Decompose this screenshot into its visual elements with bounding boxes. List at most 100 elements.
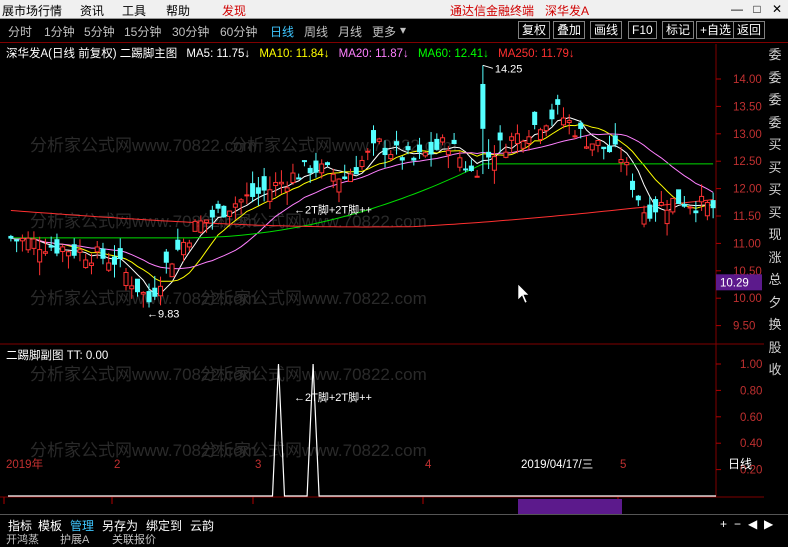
period-1min[interactable]: 1分钟 <box>44 23 75 40</box>
candle-body <box>250 183 256 197</box>
menu-news[interactable]: 资讯 <box>80 2 104 19</box>
status-item[interactable]: 护展A <box>60 533 89 547</box>
candle-body <box>480 83 486 129</box>
candle-body <box>681 203 687 207</box>
candle-body <box>198 220 204 233</box>
candle-body <box>336 178 342 193</box>
period-daily[interactable]: 日线 <box>270 23 294 40</box>
period-weekly[interactable]: 周线 <box>304 23 328 40</box>
period-label: 日线 <box>728 457 752 471</box>
candle-body <box>422 152 428 157</box>
period-monthly[interactable]: 月线 <box>338 23 362 40</box>
back-button[interactable]: 返回 <box>733 21 766 39</box>
period-15min[interactable]: 15分钟 <box>124 23 161 40</box>
price-tick-label: 12.00 <box>733 184 762 196</box>
menu-market[interactable]: 展市场行情 <box>2 2 62 19</box>
candle-body <box>71 244 77 256</box>
watermark-text: 分析家公式网www.70822.com <box>230 136 457 155</box>
right-panel-label: 换 <box>768 317 782 332</box>
maximize-icon[interactable]: □ <box>748 0 766 18</box>
minus-icon[interactable]: − <box>734 517 741 531</box>
candle-body <box>486 151 492 158</box>
period-5min[interactable]: 5分钟 <box>84 23 115 40</box>
candle-body <box>100 248 106 259</box>
candle-body <box>232 203 238 208</box>
candle-body <box>227 210 233 217</box>
candle-body <box>83 259 89 269</box>
mark-button[interactable]: 标记 <box>662 21 695 39</box>
candle-body <box>163 251 169 263</box>
candle-body <box>457 157 463 168</box>
candle-body <box>123 271 129 287</box>
status-item[interactable]: 开鸿蒸 <box>6 533 39 547</box>
candle-body <box>537 129 543 141</box>
candle-body <box>94 246 100 253</box>
candle-body <box>606 145 613 153</box>
period-30min[interactable]: 30分钟 <box>172 23 209 40</box>
candle-body <box>19 237 25 242</box>
period-60min[interactable]: 60分钟 <box>220 23 257 40</box>
candle-body <box>42 251 48 254</box>
candle-body <box>117 248 123 260</box>
draw-button[interactable]: 画线 <box>590 21 623 39</box>
period-more[interactable]: 更多 <box>372 23 396 40</box>
bottom-tabs: 指标 模板 管理 另存为 绑定到 云韵 + − ◀ ▶ <box>0 514 788 534</box>
right-panel-label: 总 <box>768 272 782 287</box>
close-icon[interactable]: ✕ <box>768 0 786 18</box>
plus-icon[interactable]: + <box>720 517 727 531</box>
adjust-button[interactable]: 复权 <box>518 21 551 39</box>
candle-body <box>215 203 221 209</box>
add-watchlist-button[interactable]: +自选 <box>696 21 736 39</box>
candle-body <box>8 235 14 239</box>
tab-bind-to[interactable]: 绑定到 <box>146 517 182 534</box>
candle-body <box>48 245 54 248</box>
overlay-button[interactable]: 叠加 <box>553 21 586 39</box>
menu-discover[interactable]: 发现 <box>222 2 246 19</box>
candle-body <box>221 205 227 218</box>
candle-body <box>555 99 561 105</box>
candle-body <box>440 137 446 143</box>
period-intraday[interactable]: 分时 <box>8 23 32 40</box>
tab-cloud[interactable]: 云韵 <box>190 517 214 534</box>
candle-body <box>330 173 336 182</box>
minimize-icon[interactable]: — <box>728 0 746 18</box>
status-item[interactable]: 关联报价 <box>112 533 156 547</box>
price-tick-label: 13.50 <box>733 101 762 113</box>
chevron-right-icon[interactable]: ▶ <box>764 517 773 531</box>
candle-body <box>267 189 273 202</box>
menubar: 展市场行情 资讯 工具 帮助 发现 通达信金融终端 深华发A — □ ✕ <box>0 0 788 19</box>
price-tick-label: 11.00 <box>733 238 761 250</box>
chevron-down-icon[interactable]: ▾ <box>400 23 406 37</box>
candle-body <box>313 160 319 173</box>
price-tick-label: 13.00 <box>733 129 762 141</box>
candle-body <box>693 210 699 214</box>
f10-button[interactable]: F10 <box>628 21 657 39</box>
candle-body <box>434 138 440 150</box>
candle-body <box>204 219 210 223</box>
tab-indicator[interactable]: 指标 <box>8 517 32 534</box>
signal-label: ←2T脚+2T脚++ <box>294 202 372 216</box>
candle-body <box>347 173 354 183</box>
date-tick-label: 2019年 <box>6 457 43 471</box>
right-panel-label: 股 <box>768 339 782 355</box>
candle-body <box>25 237 31 251</box>
candle-body <box>140 291 146 295</box>
candle-body <box>653 199 659 213</box>
tab-manage[interactable]: 管理 <box>70 517 94 534</box>
candle-body <box>601 146 607 150</box>
menu-tools[interactable]: 工具 <box>122 2 146 19</box>
candle-body <box>129 285 135 290</box>
candle-body <box>290 172 296 184</box>
menu-help[interactable]: 帮助 <box>166 2 190 19</box>
tab-template[interactable]: 模板 <box>38 517 62 534</box>
candle-body <box>497 132 503 141</box>
candle-body <box>463 168 469 171</box>
candle-body <box>710 200 716 209</box>
candle-body <box>647 204 653 219</box>
price-tick-label: 11.50 <box>733 211 761 223</box>
candle-body <box>612 135 618 145</box>
chevron-left-icon[interactable]: ◀ <box>748 517 757 531</box>
kline-chart[interactable]: 分析家公式网www.70822.com分析家公式网www.70822.com分析… <box>0 44 788 514</box>
tab-save-as[interactable]: 另存为 <box>102 517 138 534</box>
sub-tick-label: 0.60 <box>740 412 762 424</box>
